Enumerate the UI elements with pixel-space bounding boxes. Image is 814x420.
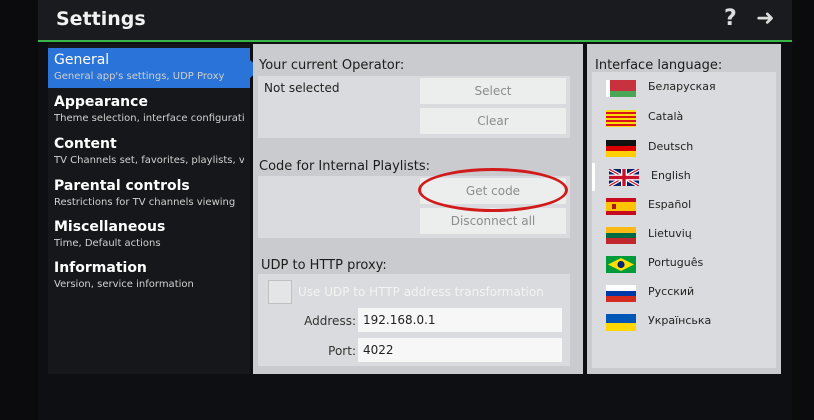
language-item-belarusian[interactable]: Беларуская	[592, 74, 776, 102]
page-title: Settings	[56, 8, 146, 30]
sidebar-item-label: Miscellaneous	[54, 219, 166, 235]
belarus-flag-icon	[606, 80, 636, 97]
language-section-title: Interface language:	[595, 58, 723, 73]
catalonia-flag-icon	[606, 110, 636, 127]
language-name: Català	[648, 110, 684, 123]
operator-value: Not selected	[264, 81, 340, 95]
language-name: Русский	[648, 285, 695, 298]
ukraine-flag-icon	[606, 314, 636, 331]
operator-section-title: Your current Operator:	[259, 58, 405, 73]
language-list: Беларуская Català Deutsch English Españo…	[592, 72, 776, 368]
uk-flag-icon	[609, 169, 639, 186]
port-label: Port:	[328, 344, 356, 358]
sidebar-item-subtitle: Restrictions for TV channels viewing	[54, 197, 236, 208]
brazil-flag-icon	[606, 256, 636, 273]
help-icon[interactable]: ?	[724, 6, 737, 31]
sidebar-item-subtitle: TV Channels set, favorites, playlists, v…	[54, 155, 244, 166]
general-settings-panel: Your current Operator: Not selected Sele…	[253, 44, 583, 374]
title-divider	[38, 40, 792, 42]
language-name: Español	[648, 198, 692, 211]
language-item-german[interactable]: Deutsch	[592, 134, 776, 162]
language-item-portuguese[interactable]: Português	[592, 250, 776, 278]
spain-flag-icon	[606, 198, 636, 215]
language-name: Português	[648, 256, 704, 269]
language-name: Беларуская	[648, 80, 716, 93]
sidebar-item-general[interactable]: General General app's settings, UDP Prox…	[48, 48, 260, 88]
proxy-box: Use UDP to HTTP address transformation A…	[258, 274, 570, 366]
proxy-section-title: UDP to HTTP proxy:	[261, 258, 387, 273]
address-input[interactable]: 192.168.0.1	[358, 308, 562, 332]
port-input[interactable]: 4022	[358, 338, 562, 362]
language-item-catalan[interactable]: Català	[592, 104, 776, 132]
sidebar-item-label: Information	[54, 260, 147, 276]
language-item-russian[interactable]: Русский	[592, 279, 776, 307]
udp-transform-checkbox[interactable]	[268, 280, 292, 304]
sidebar-item-appearance[interactable]: Appearance Theme selection, interface co…	[48, 90, 250, 130]
select-operator-button[interactable]: Select	[420, 78, 566, 104]
language-name: Lietuvių	[648, 227, 692, 240]
language-item-spanish[interactable]: Español	[592, 192, 776, 220]
sidebar-item-label: General	[54, 52, 110, 68]
lithuania-flag-icon	[606, 227, 636, 244]
sidebar-item-parental-controls[interactable]: Parental controls Restrictions for TV ch…	[48, 174, 250, 214]
operator-box: Not selected Select Clear	[258, 76, 570, 138]
sidebar-item-label: Appearance	[54, 94, 148, 110]
clear-operator-button[interactable]: Clear	[420, 108, 566, 134]
language-item-english[interactable]: English	[592, 163, 779, 191]
highlight-circle	[418, 168, 568, 212]
title-bar: Settings ? ➜	[38, 0, 792, 40]
playlists-section-title: Code for Internal Playlists:	[259, 159, 431, 174]
language-item-lithuanian[interactable]: Lietuvių	[592, 221, 776, 249]
language-item-ukrainian[interactable]: Українська	[592, 308, 776, 336]
language-name: English	[651, 169, 691, 182]
sidebar-item-label: Parental controls	[54, 178, 190, 194]
sidebar-item-information[interactable]: Information Version, service information	[48, 256, 250, 296]
udp-transform-label: Use UDP to HTTP address transformation	[298, 285, 544, 299]
sidebar-item-subtitle: Time, Default actions	[54, 238, 161, 249]
sidebar-item-label: Content	[54, 136, 117, 152]
germany-flag-icon	[606, 140, 636, 157]
address-label: Address:	[304, 314, 356, 328]
sidebar-item-subtitle: Version, service information	[54, 279, 194, 290]
language-panel: Interface language: Беларуская Català De…	[587, 44, 781, 374]
forward-arrow-icon[interactable]: ➜	[756, 6, 774, 31]
language-name: Deutsch	[648, 140, 694, 153]
sidebar-item-subtitle: General app's settings, UDP Proxy	[54, 71, 225, 82]
sidebar-item-miscellaneous[interactable]: Miscellaneous Time, Default actions	[48, 215, 250, 255]
settings-sidebar: General General app's settings, UDP Prox…	[48, 44, 260, 374]
sidebar-item-subtitle: Theme selection, interface configuration	[54, 113, 244, 124]
language-name: Українська	[648, 314, 712, 327]
sidebar-item-content[interactable]: Content TV Channels set, favorites, play…	[48, 132, 250, 172]
russia-flag-icon	[606, 285, 636, 302]
